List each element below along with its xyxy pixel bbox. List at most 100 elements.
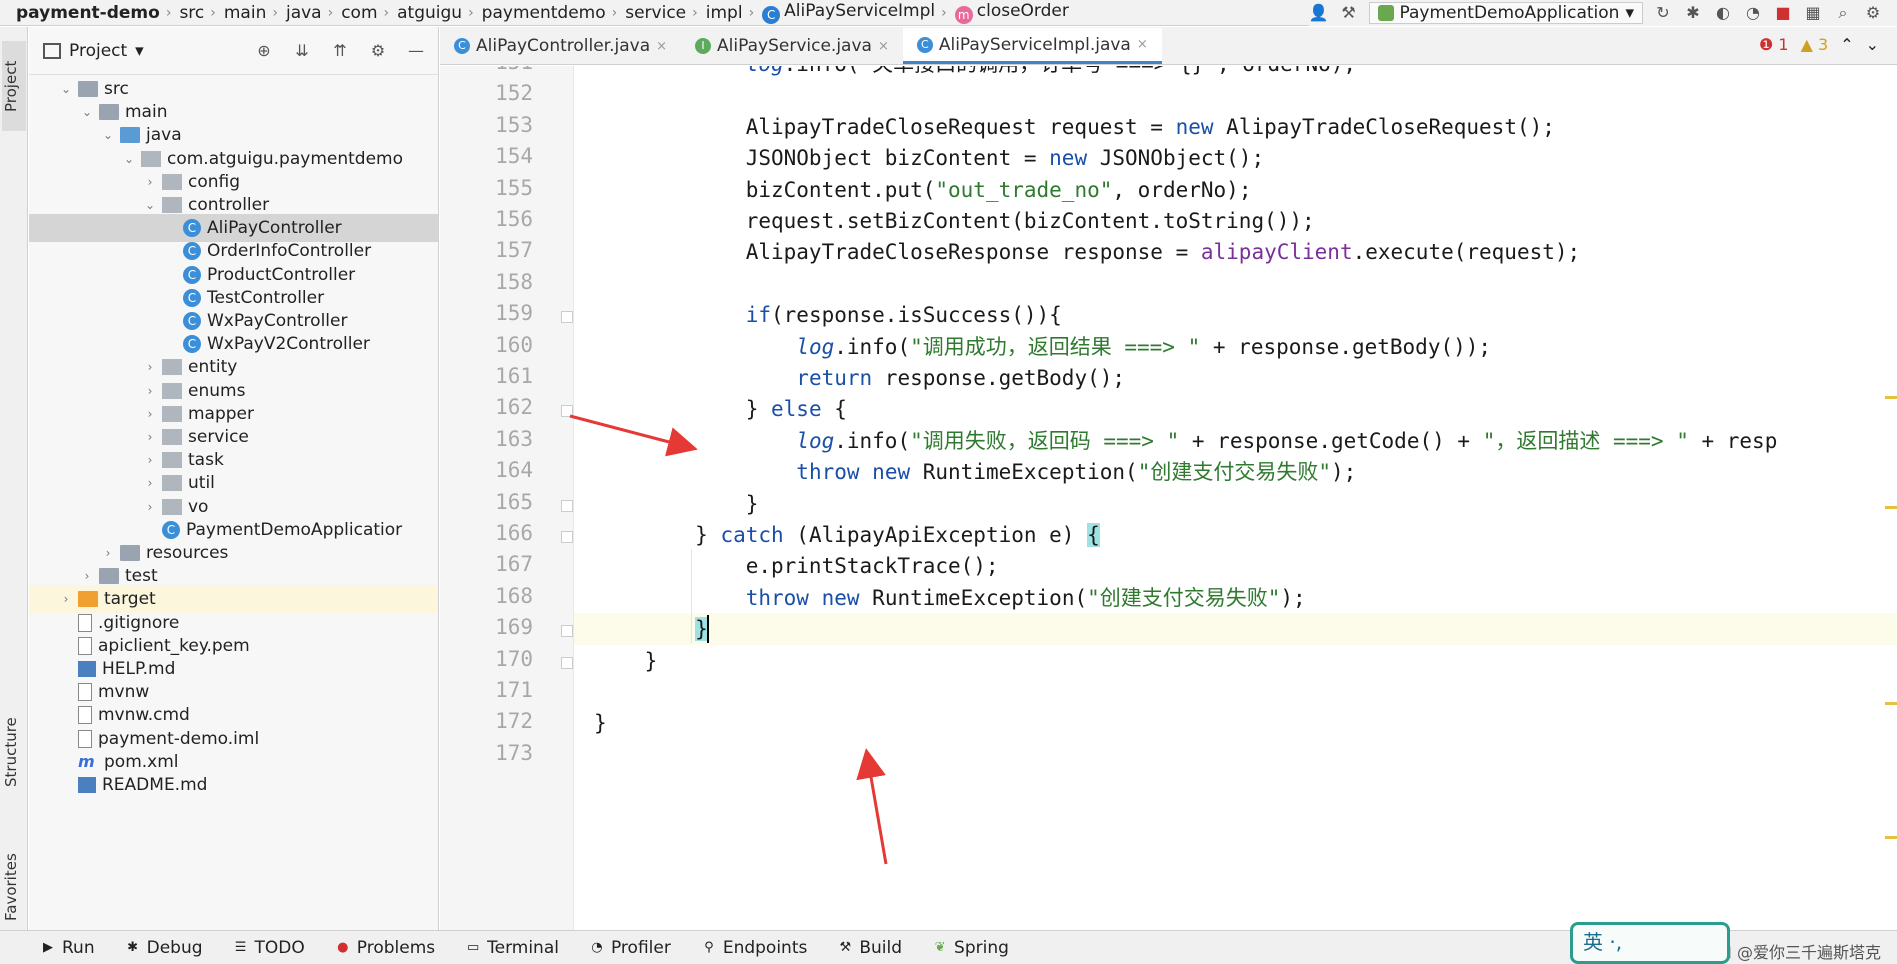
run-configuration-selector[interactable]: PaymentDemoApplication ▾ — [1368, 2, 1643, 24]
user-icon[interactable]: 👤 — [1309, 3, 1329, 23]
warning-marker[interactable] — [1885, 506, 1897, 509]
chevron-down-icon[interactable]: ⌄ — [142, 198, 158, 212]
chevron-right-icon[interactable]: › — [142, 476, 158, 490]
bottom-tab-debug[interactable]: ✱ Debug — [125, 938, 202, 958]
bottom-tab-label: Build — [859, 937, 903, 958]
chevron-right-icon[interactable]: › — [142, 175, 158, 189]
chevron-down-icon[interactable]: ⌄ — [121, 152, 137, 166]
project-structure-icon[interactable]: ▦ — [1803, 3, 1823, 23]
chevron-right-icon[interactable]: › — [142, 360, 158, 374]
bottom-tab-run[interactable]: ▶ Run — [40, 938, 95, 958]
tab-label: AliPayService.java — [717, 36, 872, 56]
folder-orange-icon — [78, 591, 98, 608]
warning-count: ▲ 3 — [1801, 35, 1829, 54]
chevron-right-icon[interactable]: › — [79, 569, 95, 583]
expand-all-icon[interactable]: ⇊ — [292, 41, 312, 61]
class-icon: C — [183, 312, 201, 330]
chevron-down-icon[interactable]: ⌄ — [58, 82, 74, 96]
breadcrumb-project[interactable]: payment-demo — [0, 3, 164, 23]
tree-item[interactable]: README.md — [29, 771, 438, 799]
rerun-icon[interactable]: ↻ — [1653, 3, 1673, 23]
left-tool-strip: Project Structure Favorites — [0, 27, 28, 930]
profiler-icon[interactable]: ◔ — [1743, 3, 1763, 23]
bottom-tab-terminal[interactable]: ▭ Terminal — [465, 938, 559, 958]
tool-tab-project[interactable]: Project — [2, 41, 26, 131]
class-icon: C — [762, 6, 781, 24]
bottom-tab-todo[interactable]: ☰ TODO — [233, 938, 305, 958]
chevron-right-icon[interactable]: › — [142, 453, 158, 467]
locate-file-icon[interactable]: ⊕ — [254, 41, 274, 61]
close-icon[interactable]: × — [878, 39, 889, 54]
warning-marker[interactable] — [1885, 836, 1897, 839]
close-icon[interactable]: × — [656, 39, 667, 54]
hide-panel-icon[interactable]: — — [406, 41, 426, 61]
profiler-icon: ◔ — [591, 939, 603, 955]
tool-tab-structure[interactable]: Structure — [2, 697, 26, 807]
class-icon: C — [183, 335, 201, 354]
markdown-icon — [78, 661, 96, 677]
hammer-icon[interactable]: ⚒ — [1339, 3, 1359, 23]
breadcrumb-impl[interactable]: impl — [700, 3, 747, 23]
tool-tab-favorites[interactable]: Favorites — [2, 837, 26, 937]
tree-item-label: WxPayController — [207, 311, 348, 331]
breadcrumb-paymentdemo[interactable]: paymentdemo — [476, 3, 610, 23]
error-icon: ❶ — [1758, 35, 1774, 54]
chevron-down-icon[interactable]: ▾ — [135, 41, 144, 61]
chevron-down-icon[interactable]: ⌄ — [100, 128, 116, 142]
bottom-tab-label: Run — [62, 937, 95, 958]
editor-scrollbar-markers — [1885, 66, 1897, 930]
breadcrumb-method[interactable]: m closeOrder — [949, 1, 1073, 24]
warning-marker[interactable] — [1885, 702, 1897, 705]
class-icon: C — [183, 265, 201, 284]
breadcrumb-java[interactable]: java — [280, 3, 326, 23]
breadcrumb-separator-icon: › — [327, 4, 334, 21]
breadcrumb-main[interactable]: main — [218, 3, 270, 23]
breadcrumb-service[interactable]: service — [619, 3, 690, 23]
folder-icon — [120, 545, 140, 561]
inspection-widget[interactable]: ❶ 1 ▲ 3 ⌃ ⌄ — [1759, 35, 1879, 54]
tab-alipay-service[interactable]: I AliPayService.java × — [681, 28, 903, 64]
toolbar-actions: 👤 ⚒ PaymentDemoApplication ▾ ↻ ✱ ◐ ◔ ■ ▦ … — [1308, 0, 1897, 26]
breadcrumb-atguigu[interactable]: atguigu — [391, 3, 466, 23]
bottom-tab-endpoints[interactable]: ⚲ Endpoints — [701, 938, 807, 958]
chevron-right-icon[interactable]: › — [58, 592, 74, 606]
collapse-all-icon[interactable]: ⇈ — [330, 41, 350, 61]
chevron-right-icon[interactable]: › — [100, 546, 116, 560]
bottom-tab-build[interactable]: ⚒ Build — [837, 937, 903, 958]
bottom-tab-problems[interactable]: ● Problems — [335, 938, 435, 958]
chevron-up-icon[interactable]: ⌃ — [1840, 35, 1853, 54]
bottom-tab-spring[interactable]: ❦ Spring — [932, 938, 1009, 958]
run-configuration-label: PaymentDemoApplication — [1399, 3, 1620, 23]
chevron-right-icon[interactable]: › — [142, 430, 158, 444]
tree-item-label: config — [188, 171, 241, 192]
code-editor[interactable]: 1511521531541551561571581591601611621631… — [440, 66, 1897, 930]
chevron-right-icon[interactable]: › — [142, 407, 158, 421]
bottom-tab-label: Problems — [356, 937, 436, 958]
run-icon: ▶ — [43, 939, 53, 955]
folder-icon — [99, 568, 119, 585]
tree-item-label: main — [125, 102, 168, 123]
close-icon[interactable]: × — [1137, 37, 1148, 52]
debug-icon[interactable]: ✱ — [1683, 3, 1703, 23]
bottom-tab-profiler[interactable]: ◔ Profiler — [589, 938, 671, 958]
tab-alipay-service-impl[interactable]: C AliPayServiceImpl.java × — [902, 28, 1162, 64]
stop-icon[interactable]: ■ — [1773, 3, 1793, 23]
chevron-right-icon[interactable]: › — [142, 384, 158, 398]
tree-item-label: entity — [188, 357, 238, 378]
search-icon[interactable]: ⌕ — [1833, 3, 1853, 23]
breadcrumb-com[interactable]: com — [335, 3, 381, 23]
breadcrumb-method-label: closeOrder — [976, 1, 1069, 21]
breadcrumb-src[interactable]: src — [173, 3, 208, 23]
chevron-right-icon[interactable]: › — [142, 500, 158, 514]
breadcrumb-class[interactable]: C AliPayServiceImpl — [756, 1, 939, 24]
warning-marker[interactable] — [1885, 396, 1897, 399]
tab-alipay-controller[interactable]: C AliPayController.java × — [440, 28, 681, 64]
project-panel-title[interactable]: Project — [69, 41, 127, 61]
gear-icon[interactable]: ⚙ — [368, 41, 388, 61]
settings-icon[interactable]: ⚙ — [1863, 3, 1883, 23]
chevron-down-icon[interactable]: ⌄ — [79, 105, 95, 119]
debug-icon: ✱ — [127, 939, 139, 955]
chevron-down-icon[interactable]: ⌄ — [1866, 35, 1879, 54]
coverage-icon[interactable]: ◐ — [1713, 3, 1733, 23]
method-icon: m — [954, 6, 973, 24]
